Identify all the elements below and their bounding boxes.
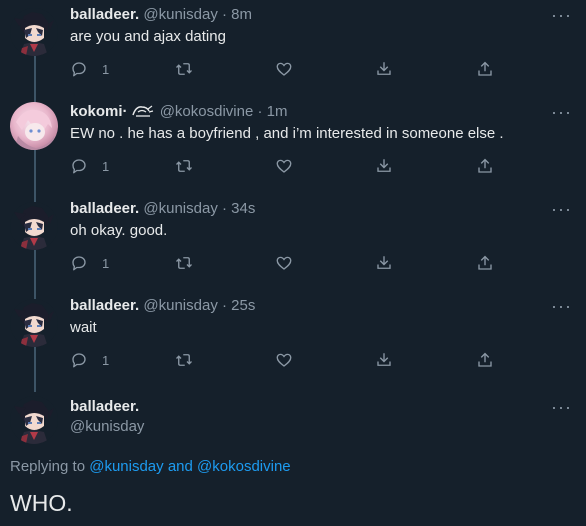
heart-icon: [275, 254, 293, 272]
reply-button[interactable]: 1: [70, 156, 109, 176]
share-button[interactable]: [476, 350, 494, 370]
avatar[interactable]: [10, 202, 58, 250]
reply-button[interactable]: 1: [70, 253, 109, 273]
download-icon: [375, 351, 393, 369]
download-icon: [375, 157, 393, 175]
share-button[interactable]: [476, 253, 494, 273]
reply-button[interactable]: 1: [70, 59, 109, 79]
retweet-icon: [175, 60, 193, 78]
heart-icon: [275, 157, 293, 175]
more-options-icon[interactable]: ···: [551, 103, 572, 121]
replying-to-line: Replying to @kunisday and @kokosdivine: [10, 458, 291, 475]
tweet-header: balladeer. @kunisday · 8m: [70, 6, 252, 23]
main-display-name[interactable]: balladeer.: [70, 398, 139, 415]
balladeer-avatar-icon: [10, 202, 58, 250]
reply-count: 1: [102, 255, 110, 271]
like-button[interactable]: [275, 59, 293, 79]
download-button[interactable]: [375, 253, 393, 273]
share-button[interactable]: [476, 156, 494, 176]
handle[interactable]: @kunisday: [143, 297, 217, 314]
reply-count: 1: [102, 158, 110, 174]
reply-icon: [70, 157, 88, 175]
retweet-icon: [175, 157, 193, 175]
share-icon: [476, 60, 494, 78]
heart-icon: [275, 351, 293, 369]
balladeer-avatar-icon: [10, 299, 58, 347]
separator: ·: [222, 200, 227, 217]
share-icon: [476, 254, 494, 272]
tweet-text: EW no . he has a boyfriend , and i’m int…: [70, 125, 504, 142]
tweet-text: oh okay. good.: [70, 222, 168, 239]
main-handle[interactable]: @kunisday: [70, 418, 144, 435]
download-button[interactable]: [375, 59, 393, 79]
main-tweet: balladeer. @kunisday ···: [0, 388, 586, 526]
share-icon: [476, 351, 494, 369]
separator: ·: [222, 297, 227, 314]
tweet-header: kokomi· @kokosdivine · 1m: [70, 103, 287, 120]
handle[interactable]: @kunisday: [143, 6, 217, 23]
avatar[interactable]: [10, 8, 58, 56]
handle[interactable]: @kunisday: [143, 200, 217, 217]
timestamp[interactable]: 25s: [231, 297, 255, 314]
tweet-actions: 1: [70, 253, 510, 273]
retweet-button[interactable]: [175, 156, 193, 176]
retweet-icon: [175, 351, 193, 369]
heart-icon: [275, 60, 293, 78]
more-options-icon[interactable]: ···: [551, 398, 572, 416]
display-name[interactable]: kokomi·: [70, 103, 128, 120]
tweet-header: balladeer. @kunisday · 25s: [70, 297, 255, 314]
tweet-actions: 1: [70, 156, 510, 176]
like-button[interactable]: [275, 350, 293, 370]
tweet-header: balladeer. @kunisday · 34s: [70, 200, 255, 217]
avatar[interactable]: [10, 102, 58, 150]
share-button[interactable]: [476, 59, 494, 79]
tweet-actions: 1: [70, 350, 510, 370]
reply-count: 1: [102, 61, 110, 77]
like-button[interactable]: [275, 253, 293, 273]
download-icon: [375, 254, 393, 272]
retweet-button[interactable]: [175, 59, 193, 79]
kokomi-avatar-icon: [14, 109, 54, 150]
waving-hand-icon: [131, 105, 153, 117]
more-options-icon[interactable]: ···: [551, 297, 572, 315]
reply-icon: [70, 254, 88, 272]
tweet-actions: 1: [70, 59, 510, 79]
mention-link[interactable]: @kokosdivine: [197, 458, 291, 475]
main-tweet-text: WHO.: [10, 490, 73, 516]
like-button[interactable]: [275, 156, 293, 176]
share-icon: [476, 157, 494, 175]
tweet-text: wait: [70, 319, 97, 336]
handle[interactable]: @kunisday: [70, 418, 144, 435]
avatar[interactable]: [10, 299, 58, 347]
more-options-icon[interactable]: ···: [551, 6, 572, 24]
timestamp[interactable]: 1m: [267, 103, 288, 120]
timestamp[interactable]: 34s: [231, 200, 255, 217]
separator: ·: [222, 6, 227, 23]
reply-button[interactable]: 1: [70, 350, 109, 370]
replying-to-label: Replying to: [10, 458, 86, 475]
download-button[interactable]: [375, 156, 393, 176]
handle[interactable]: @kokosdivine: [160, 103, 254, 120]
timestamp[interactable]: 8m: [231, 6, 252, 23]
display-name[interactable]: balladeer.: [70, 6, 139, 23]
mention-link[interactable]: @kunisday: [89, 458, 163, 475]
more-options-icon[interactable]: ···: [551, 200, 572, 218]
reply-count: 1: [102, 352, 110, 368]
reply-icon: [70, 351, 88, 369]
download-icon: [375, 60, 393, 78]
avatar[interactable]: [10, 396, 58, 444]
display-name[interactable]: balladeer.: [70, 398, 139, 415]
retweet-button[interactable]: [175, 350, 193, 370]
display-name[interactable]: balladeer.: [70, 297, 139, 314]
retweet-button[interactable]: [175, 253, 193, 273]
separator: ·: [257, 103, 263, 120]
display-name[interactable]: balladeer.: [70, 200, 139, 217]
retweet-icon: [175, 254, 193, 272]
download-button[interactable]: [375, 350, 393, 370]
tweet-text: are you and ajax dating: [70, 28, 226, 45]
reply-icon: [70, 60, 88, 78]
balladeer-avatar-icon: [10, 396, 58, 444]
balladeer-avatar-icon: [10, 8, 58, 56]
and-label: and: [167, 458, 193, 475]
